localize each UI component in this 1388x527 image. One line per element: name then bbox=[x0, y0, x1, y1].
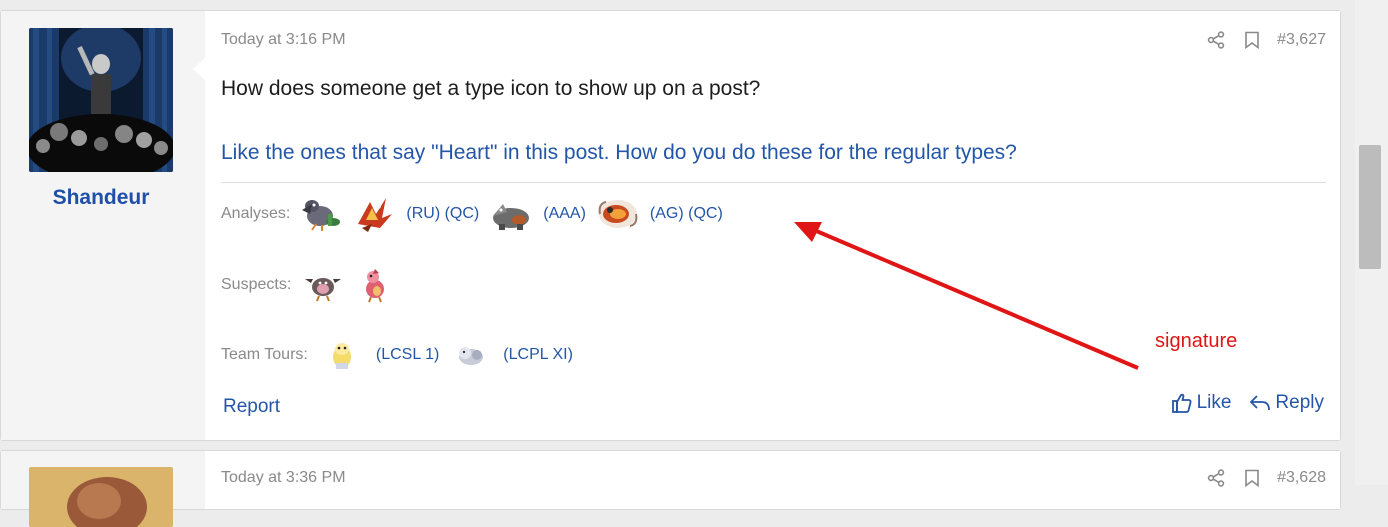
team-tours-link-lcpl[interactable]: (LCPL XI) bbox=[503, 346, 573, 364]
like-button[interactable]: Like bbox=[1171, 392, 1232, 414]
scrollbar[interactable] bbox=[1355, 0, 1388, 485]
post-message: How does someone get a type icon to show… bbox=[221, 77, 761, 100]
rhyperior-sprite-icon bbox=[489, 194, 533, 234]
bookmark-icon[interactable] bbox=[1241, 467, 1263, 489]
post: Shandeur Today at 3:16 PM #3,627 How doe… bbox=[0, 10, 1341, 441]
suspects-label: Suspects: bbox=[221, 276, 292, 293]
scrollbar-thumb[interactable] bbox=[1359, 145, 1381, 269]
thread-view: Shandeur Today at 3:16 PM #3,627 How doe… bbox=[0, 0, 1341, 527]
yellow-sprite-icon bbox=[322, 335, 366, 375]
avatar[interactable] bbox=[29, 28, 173, 172]
post-number[interactable]: #3,628 bbox=[1277, 469, 1326, 487]
avatar[interactable] bbox=[29, 467, 173, 527]
post-meta: #3,627 bbox=[1205, 29, 1326, 51]
team-tours-label: Team Tours: bbox=[221, 346, 308, 363]
report-link[interactable]: Report bbox=[223, 396, 280, 418]
reply-icon bbox=[1250, 395, 1271, 411]
share-icon[interactable] bbox=[1205, 29, 1227, 51]
signature-team-tours: Team Tours: (LCSL 1) (LCPL XI) bbox=[221, 335, 579, 375]
post-message-link[interactable]: Like the ones that say "Heart" in this p… bbox=[221, 141, 1017, 165]
post-user-column bbox=[1, 451, 205, 527]
post-timestamp[interactable]: Today at 3:16 PM bbox=[221, 31, 346, 49]
bird-sprite-icon bbox=[301, 265, 345, 305]
grey-sprite-icon bbox=[449, 335, 493, 375]
post-content: Today at 3:16 PM #3,627 How does someone… bbox=[205, 11, 1340, 440]
post: Today at 3:36 PM #3,628 bbox=[0, 450, 1341, 527]
username[interactable]: Shandeur bbox=[1, 186, 201, 210]
starly-sprite-icon bbox=[300, 194, 344, 234]
annotation-label: signature bbox=[1155, 330, 1238, 352]
signature-analyses: Analyses: (RU) (QC) (AAA) (AG) (QC) bbox=[221, 194, 729, 234]
like-label: Like bbox=[1196, 392, 1232, 413]
share-icon[interactable] bbox=[1205, 467, 1227, 489]
pink-bird-sprite-icon bbox=[353, 265, 397, 305]
team-tours-link-lcsl[interactable]: (LCSL 1) bbox=[376, 346, 439, 364]
signature-suspects: Suspects: bbox=[221, 265, 401, 305]
post-actions: Like Reply bbox=[1171, 392, 1324, 414]
ho-oh-sprite-icon bbox=[352, 194, 396, 234]
analyses-link-ru-qc[interactable]: (RU) (QC) bbox=[406, 205, 479, 223]
post-timestamp[interactable]: Today at 3:36 PM bbox=[221, 469, 346, 487]
reply-button[interactable]: Reply bbox=[1249, 392, 1324, 414]
post-number[interactable]: #3,627 bbox=[1277, 31, 1326, 49]
post-meta: #3,628 bbox=[1205, 467, 1326, 489]
analyses-label: Analyses: bbox=[221, 205, 291, 222]
reply-label: Reply bbox=[1275, 392, 1324, 413]
cloud-sprite-icon bbox=[596, 194, 640, 234]
signature-divider bbox=[221, 182, 1326, 183]
post-user-column: Shandeur bbox=[1, 11, 205, 440]
bookmark-icon[interactable] bbox=[1241, 29, 1263, 51]
thumbs-up-icon bbox=[1171, 393, 1192, 413]
analyses-link-aaa[interactable]: (AAA) bbox=[543, 205, 586, 223]
analyses-link-ag-qc[interactable]: (AG) (QC) bbox=[650, 205, 723, 223]
post-content: Today at 3:36 PM #3,628 bbox=[205, 451, 1340, 509]
